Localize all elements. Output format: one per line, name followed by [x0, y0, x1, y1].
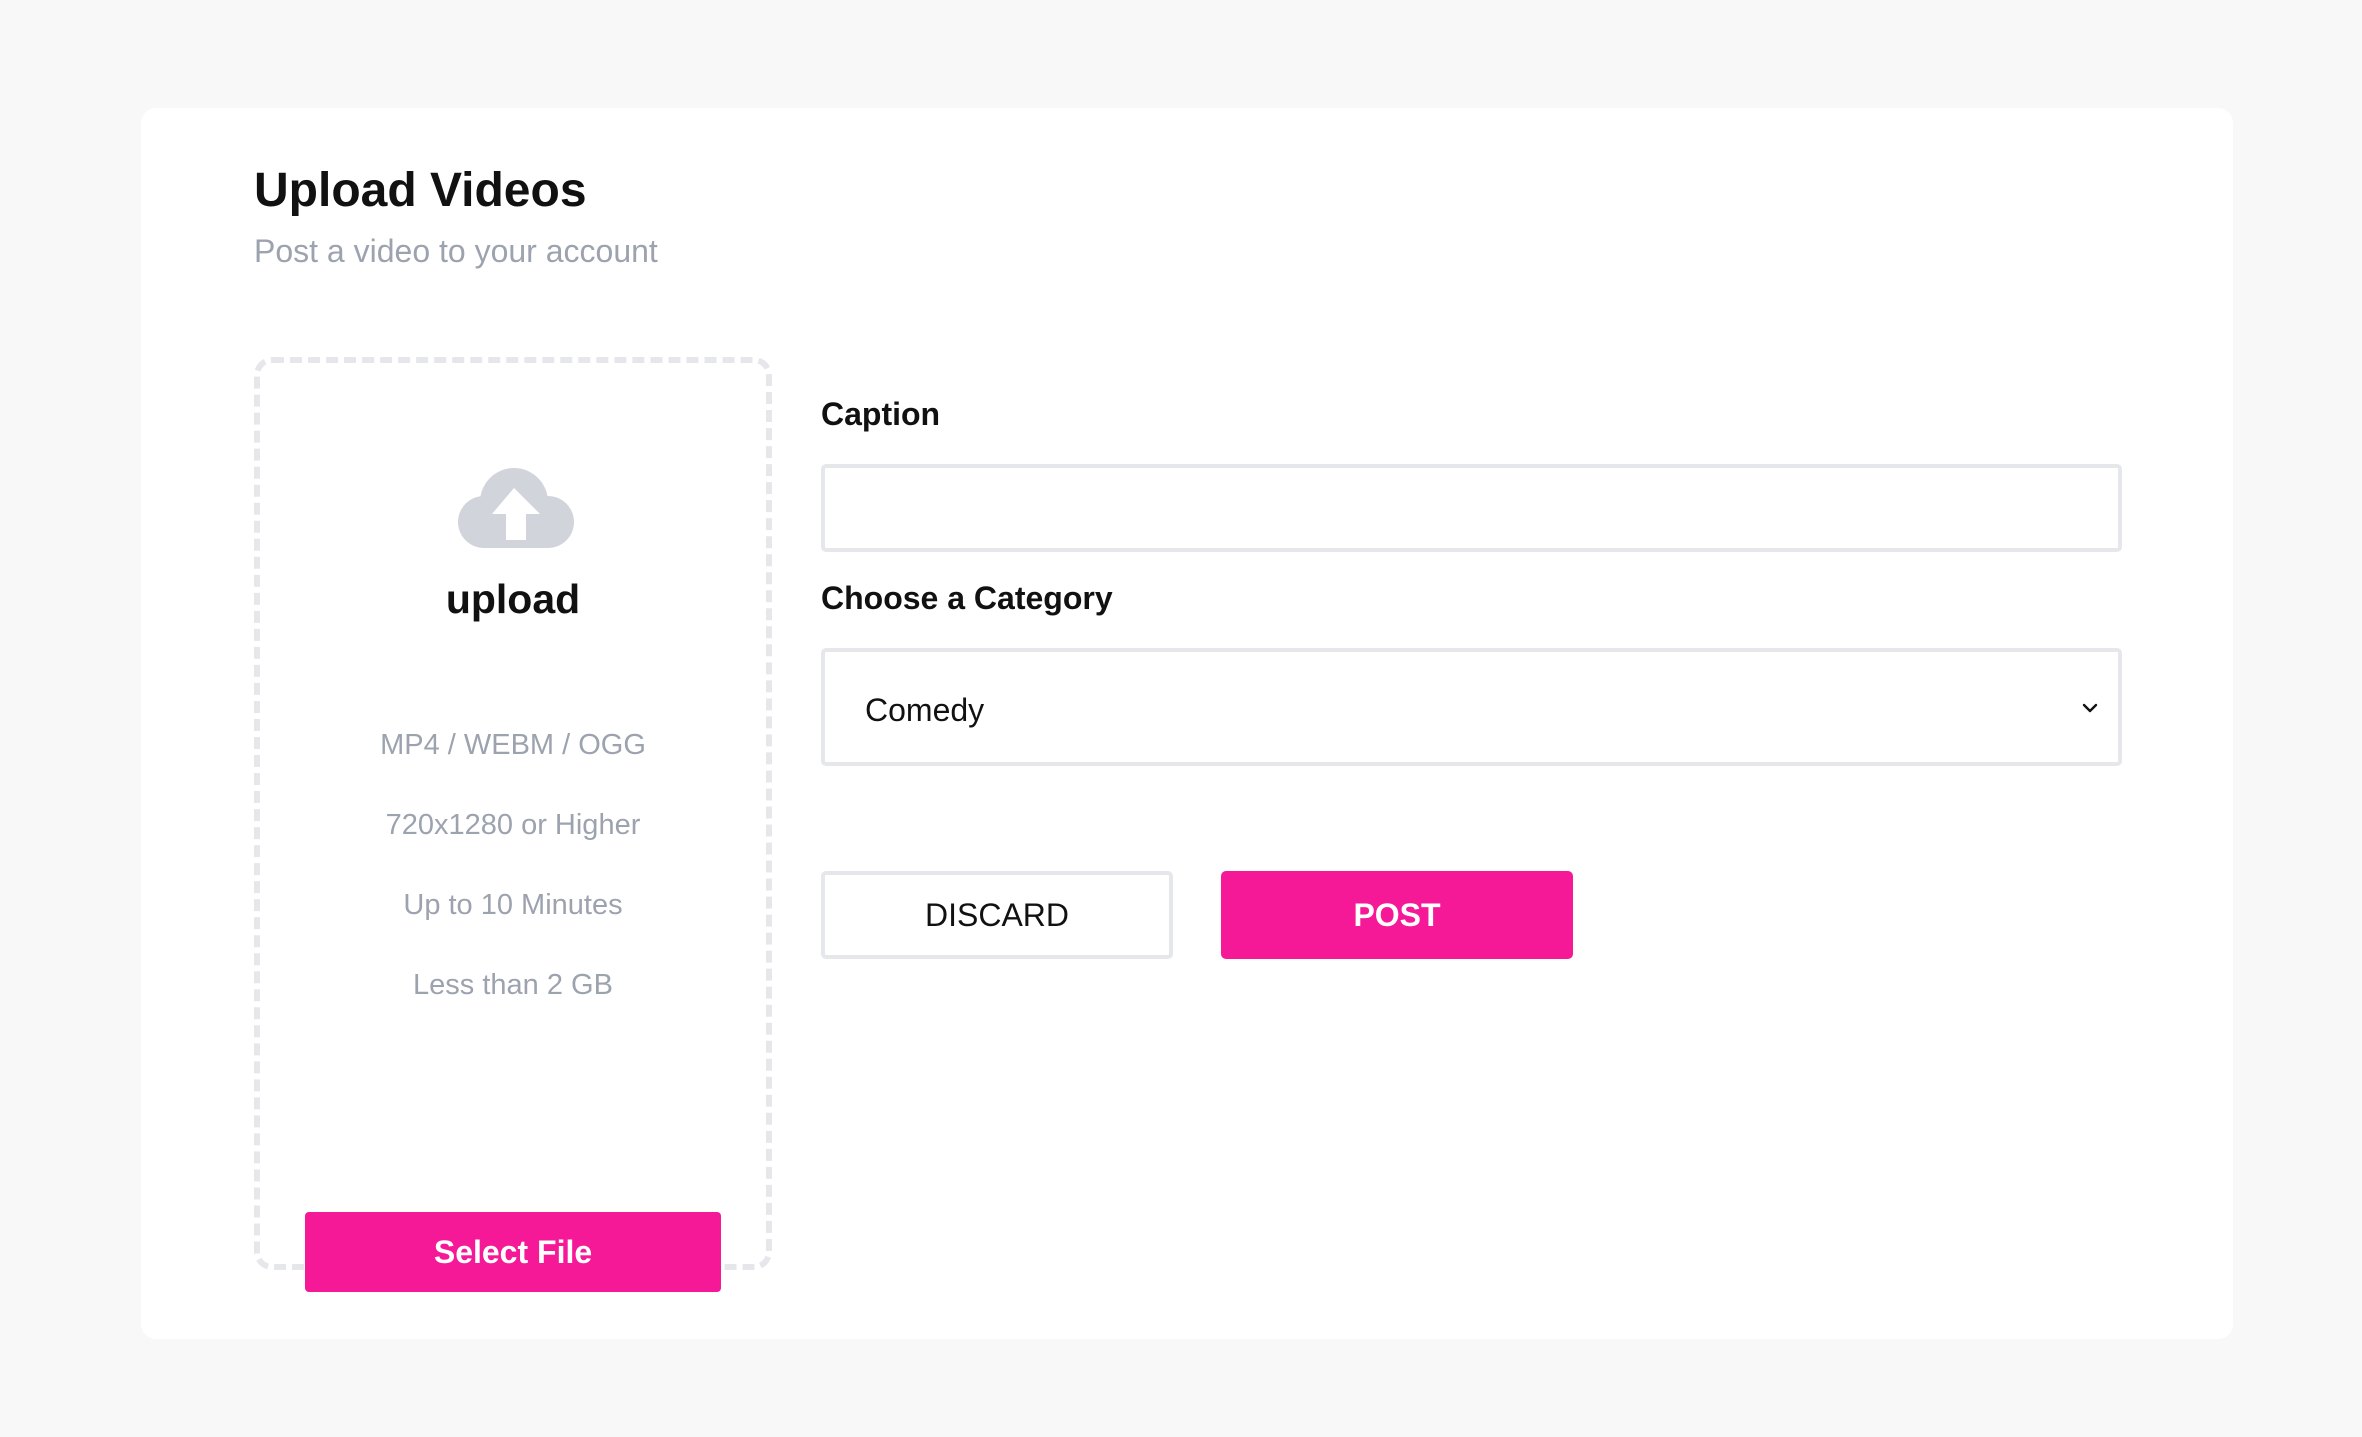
upload-dropzone[interactable]: upload MP4 / WEBM / OGG 720x1280 or High… — [254, 357, 772, 1292]
category-label: Choose a Category — [821, 580, 1113, 616]
spec-format: MP4 / WEBM / OGG — [380, 729, 646, 761]
spec-resolution: 720x1280 or Higher — [385, 809, 641, 841]
category-selected-value: Comedy — [865, 692, 985, 728]
category-select[interactable]: Comedy — [821, 648, 2122, 766]
upload-card: Upload Videos Post a video to your accou… — [141, 108, 2233, 1339]
page-title: Upload Videos — [254, 164, 587, 217]
page-subtitle: Post a video to your account — [254, 233, 658, 269]
spec-duration: Up to 10 Minutes — [403, 889, 623, 921]
discard-button[interactable]: DISCARD — [821, 871, 1173, 959]
caption-input[interactable] — [821, 464, 2122, 552]
upload-label: upload — [445, 576, 581, 622]
post-button[interactable]: POST — [1221, 871, 1573, 959]
cloud-upload-icon — [456, 466, 576, 550]
spec-size: Less than 2 GB — [413, 969, 613, 1001]
caption-label: Caption — [821, 396, 941, 432]
chevron-down-icon — [2080, 698, 2100, 718]
select-file-button[interactable]: Select File — [305, 1212, 721, 1292]
